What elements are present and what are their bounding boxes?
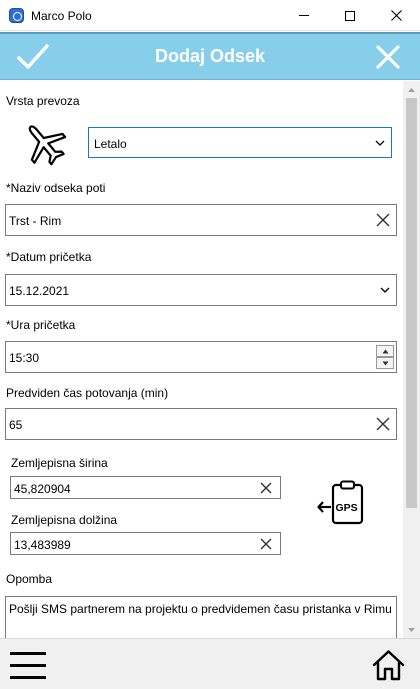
hamburger-menu-icon[interactable]	[10, 652, 46, 679]
maximize-button[interactable]	[327, 0, 373, 31]
segment-name-label: *Naziv odseka poti	[6, 181, 106, 195]
transport-select[interactable]: Letalo	[88, 127, 392, 158]
clear-icon[interactable]	[374, 211, 392, 229]
close-icon	[390, 10, 402, 21]
longitude-field[interactable]: 13,483989	[10, 532, 281, 555]
vertical-scrollbar[interactable]	[403, 81, 420, 638]
chevron-up-icon	[382, 349, 388, 353]
duration-value: 65	[9, 418, 23, 432]
window-titlebar: Marco Polo	[0, 0, 420, 31]
scrollbar-thumb[interactable]	[406, 98, 417, 508]
page-header: Dodaj Odsek	[0, 32, 420, 80]
latitude-field[interactable]: 45,820904	[10, 476, 281, 499]
chevron-down-small-icon	[382, 361, 388, 365]
scroll-down-arrow-icon	[408, 627, 415, 632]
globe-app-icon	[9, 8, 24, 23]
scroll-up-button[interactable]	[403, 81, 420, 98]
page-title: Dodaj Odsek	[154, 46, 266, 66]
transport-label: Vrsta prevoza	[6, 94, 80, 108]
home-icon[interactable]	[372, 649, 405, 681]
maximize-icon	[345, 10, 355, 21]
clear-icon[interactable]	[258, 536, 274, 552]
start-date-label: *Datum pričetka	[6, 250, 92, 264]
latitude-label: Zemljepisna širina	[11, 456, 108, 470]
longitude-label: Zemljepisna dolžina	[11, 513, 118, 527]
scroll-down-button[interactable]	[403, 621, 420, 638]
gps-label: GPS	[336, 502, 358, 514]
start-date-picker[interactable]: 15.12.2021	[5, 274, 397, 306]
minimize-icon	[299, 15, 309, 16]
airplane-icon	[28, 125, 67, 166]
note-textarea[interactable]: Pošlji SMS partnerem na projektu o predv…	[5, 596, 397, 638]
gps-clipboard-icon[interactable]: GPS	[316, 480, 366, 526]
minimize-button[interactable]	[281, 0, 327, 31]
start-date-value: 15.12.2021	[9, 284, 70, 298]
duration-label: Predviden čas potovanja (min)	[6, 386, 169, 400]
start-time-stepper[interactable]: 15:30	[5, 341, 397, 373]
bottom-navigation-bar	[0, 638, 420, 689]
clear-icon[interactable]	[258, 480, 274, 496]
scroll-up-arrow-icon	[408, 87, 415, 92]
start-time-label: *Ura pričetka	[6, 318, 76, 332]
latitude-value: 45,820904	[14, 482, 71, 496]
chevron-down-icon	[380, 287, 390, 293]
clear-icon[interactable]	[374, 415, 392, 433]
close-x-icon[interactable]	[375, 44, 401, 70]
window-close-button[interactable]	[373, 0, 419, 31]
segment-name-value: Trst - Rim	[9, 214, 62, 228]
window-title: Marco Polo	[31, 9, 92, 23]
segment-name-field[interactable]: Trst - Rim	[5, 204, 397, 236]
time-increment-button[interactable]	[376, 345, 394, 357]
longitude-value: 13,483989	[14, 538, 71, 552]
note-value: Pošlji SMS partnerem na projektu o predv…	[9, 602, 392, 616]
start-time-value: 15:30	[9, 351, 40, 365]
duration-field[interactable]: 65	[5, 408, 397, 440]
note-label: Opomba	[6, 572, 53, 586]
time-decrement-button[interactable]	[376, 357, 394, 369]
form-content: Vrsta prevoza Letalo *Naziv odseka poti …	[0, 81, 403, 638]
chevron-down-icon	[375, 140, 385, 146]
transport-selected-value: Letalo	[94, 137, 127, 151]
